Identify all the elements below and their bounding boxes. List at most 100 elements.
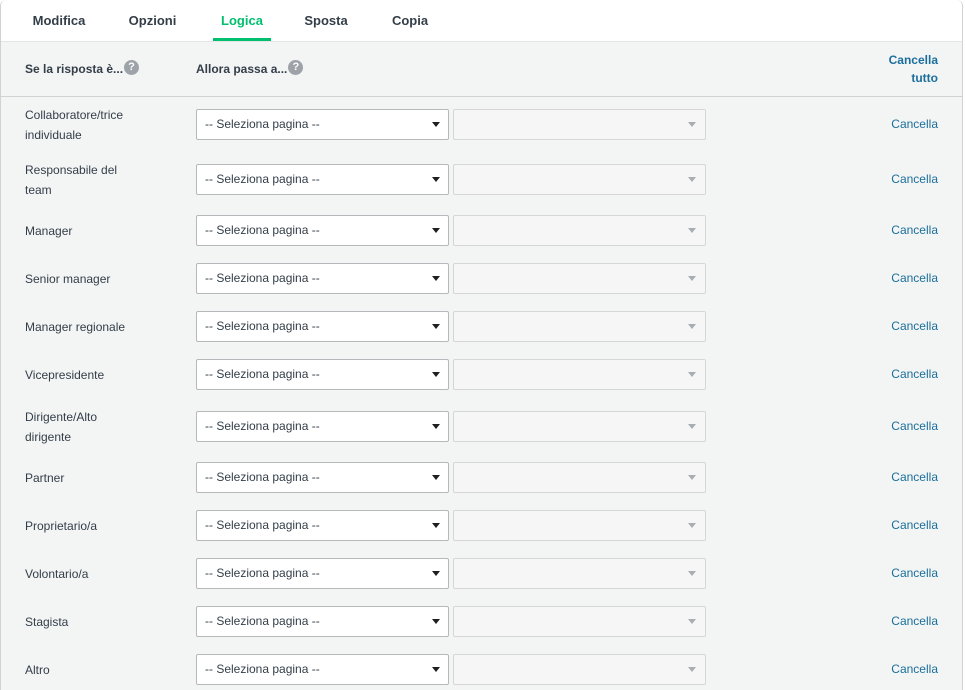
answer-label: Responsabile del team: [25, 160, 150, 200]
answer-label: Collaboratore/trice individuale: [25, 105, 150, 145]
page-select[interactable]: -- Seleziona pagina --: [196, 215, 449, 246]
dropdown-arrow-icon: [688, 571, 696, 576]
answer-label: Senior manager: [25, 269, 150, 289]
dropdown-arrow-icon: [432, 475, 440, 480]
clear-row-link[interactable]: Cancella: [891, 223, 938, 238]
answer-label-line1: Volontario/a: [25, 567, 89, 581]
dropdown-arrow-icon: [432, 276, 440, 281]
clear-row-link[interactable]: Cancella: [891, 614, 938, 629]
clear-row-link[interactable]: Cancella: [891, 470, 938, 485]
page-select[interactable]: -- Seleziona pagina --: [196, 311, 449, 342]
page-select[interactable]: -- Seleziona pagina --: [196, 263, 449, 294]
page-select[interactable]: -- Seleziona pagina --: [196, 109, 449, 140]
page-select-value: -- Seleziona pagina --: [205, 367, 320, 381]
question-select-disabled: [453, 359, 706, 390]
answer-label-line1: Proprietario/a: [25, 519, 98, 533]
logic-panel: Modifica Opzioni Logica Sposta Copia Se …: [0, 0, 963, 690]
dropdown-arrow-icon: [432, 324, 440, 329]
dropdown-arrow-icon: [688, 475, 696, 480]
dropdown-arrow-icon: [688, 424, 696, 429]
dropdown-arrow-icon: [688, 122, 696, 127]
page-select[interactable]: -- Seleziona pagina --: [196, 462, 449, 493]
answer-label-line2: dirigente: [25, 430, 72, 444]
clear-row-link[interactable]: Cancella: [891, 319, 938, 334]
clear-row-link[interactable]: Cancella: [891, 367, 938, 382]
answer-label: Stagista: [25, 612, 150, 632]
dropdown-arrow-icon: [688, 523, 696, 528]
page-select-value: -- Seleziona pagina --: [205, 419, 320, 433]
page-select-value: -- Seleziona pagina --: [205, 172, 320, 186]
answer-label-line1: Vicepresidente: [25, 368, 105, 382]
clear-row-link[interactable]: Cancella: [891, 271, 938, 286]
clear-all-label-line2: tutto: [911, 71, 938, 85]
answer-label-line1: Dirigente/Alto: [25, 410, 98, 424]
question-select-disabled: [453, 263, 706, 294]
answer-label: Volontario/a: [25, 564, 150, 584]
dropdown-arrow-icon: [432, 523, 440, 528]
tab-logica[interactable]: Logica: [213, 0, 271, 41]
tab-modifica[interactable]: Modifica: [25, 0, 93, 41]
question-select-disabled: [453, 462, 706, 493]
tab-bar: Modifica Opzioni Logica Sposta Copia: [1, 0, 962, 42]
goto-column-header: Allora passa a... ?: [196, 59, 304, 76]
question-select-disabled: [453, 411, 706, 442]
page-select[interactable]: -- Seleziona pagina --: [196, 558, 449, 589]
answer-column-header: Se la risposta è... ?: [25, 59, 140, 76]
answer-label: Dirigente/Alto dirigente: [25, 407, 150, 447]
answer-label-line1: Altro: [25, 663, 50, 677]
answer-label-line2: team: [25, 183, 52, 197]
page-select[interactable]: -- Seleziona pagina --: [196, 606, 449, 637]
page-select-value: -- Seleziona pagina --: [205, 614, 320, 628]
answer-label: Proprietario/a: [25, 516, 150, 536]
answer-column-label: Se la risposta è...: [25, 62, 124, 76]
page-select-value: -- Seleziona pagina --: [205, 470, 320, 484]
answer-label: Manager: [25, 221, 150, 241]
question-select-disabled: [453, 558, 706, 589]
clear-row-link[interactable]: Cancella: [891, 117, 938, 132]
goto-column-label: Allora passa a...: [196, 62, 288, 76]
page-select-value: -- Seleziona pagina --: [205, 518, 320, 532]
page-select[interactable]: -- Seleziona pagina --: [196, 359, 449, 390]
dropdown-arrow-icon: [432, 372, 440, 377]
answer-label-line1: Stagista: [25, 615, 69, 629]
dropdown-arrow-icon: [432, 122, 440, 127]
page-select[interactable]: -- Seleziona pagina --: [196, 510, 449, 541]
page-select[interactable]: -- Seleziona pagina --: [196, 654, 449, 685]
dropdown-arrow-icon: [432, 571, 440, 576]
tab-sposta[interactable]: Sposta: [297, 0, 355, 41]
help-icon[interactable]: ?: [124, 59, 140, 75]
answer-label-line1: Partner: [25, 471, 65, 485]
dropdown-arrow-icon: [432, 667, 440, 672]
answer-label-line1: Senior manager: [25, 272, 111, 286]
dropdown-arrow-icon: [688, 177, 696, 182]
answer-label-line1: Collaboratore/trice: [25, 108, 124, 122]
answer-label-line1: Responsabile del: [25, 163, 118, 177]
page-select[interactable]: -- Seleziona pagina --: [196, 164, 449, 195]
clear-row-link[interactable]: Cancella: [891, 566, 938, 581]
clear-row-link[interactable]: Cancella: [891, 518, 938, 533]
answer-label-line2: individuale: [25, 128, 82, 142]
question-select-disabled: [453, 215, 706, 246]
help-icon[interactable]: ?: [288, 59, 304, 75]
answer-label: Partner: [25, 468, 150, 488]
tab-opzioni[interactable]: Opzioni: [121, 0, 184, 41]
clear-row-link[interactable]: Cancella: [891, 172, 938, 187]
tab-copia[interactable]: Copia: [384, 0, 436, 41]
clear-all-button[interactable]: Cancella tutto: [889, 51, 938, 87]
clear-all-label-line1: Cancella: [888, 53, 938, 67]
question-select-disabled: [453, 164, 706, 195]
answer-label: Vicepresidente: [25, 365, 150, 385]
question-select-disabled: [453, 510, 706, 541]
logic-header: Se la risposta è... ? Allora passa a... …: [1, 42, 962, 97]
logic-content: Se la risposta è... ? Allora passa a... …: [1, 42, 962, 690]
clear-row-link[interactable]: Cancella: [891, 419, 938, 434]
page-select-value: -- Seleziona pagina --: [205, 117, 320, 131]
page-select[interactable]: -- Seleziona pagina --: [196, 411, 449, 442]
dropdown-arrow-icon: [432, 177, 440, 182]
clear-row-link[interactable]: Cancella: [891, 662, 938, 677]
dropdown-arrow-icon: [688, 324, 696, 329]
dropdown-arrow-icon: [432, 619, 440, 624]
dropdown-arrow-icon: [688, 619, 696, 624]
dropdown-arrow-icon: [688, 276, 696, 281]
dropdown-arrow-icon: [432, 228, 440, 233]
